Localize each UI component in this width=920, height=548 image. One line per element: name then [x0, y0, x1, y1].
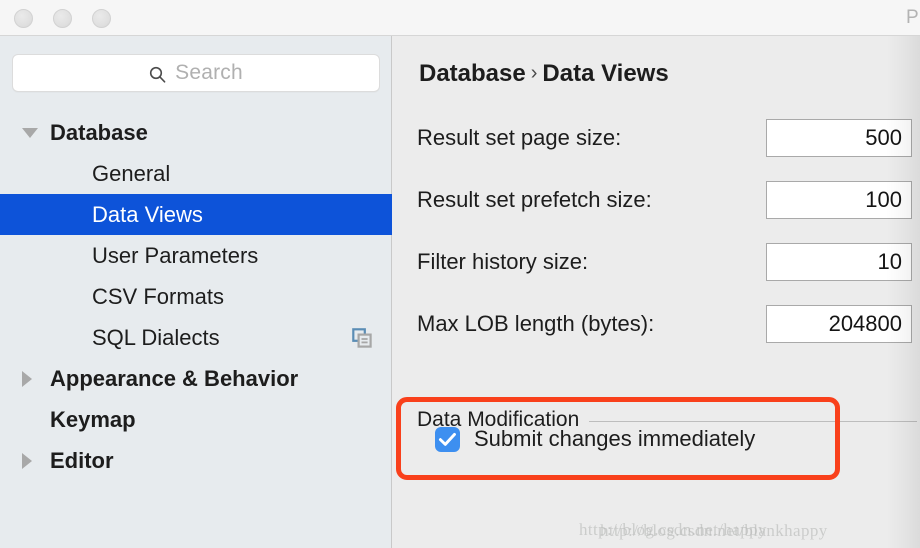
sidebar-item-label: SQL Dialects — [92, 324, 220, 350]
sidebar-item-appearance-behavior[interactable]: Appearance & Behavior — [0, 358, 392, 399]
field-label: Result set prefetch size: — [417, 187, 652, 212]
settings-tree: Database General Data Views User Paramet… — [0, 112, 392, 481]
minimize-button[interactable] — [53, 9, 72, 28]
panel-right-edge-shadow — [886, 36, 920, 548]
sidebar-item-keymap[interactable]: Keymap — [0, 399, 392, 440]
twisty-appearance-behavior[interactable] — [22, 370, 50, 387]
search-field-wrapper[interactable]: Search — [12, 54, 380, 92]
sidebar-item-label: CSV Formats — [92, 283, 225, 309]
submit-changes-immediately-label[interactable]: Submit changes immediately — [474, 426, 755, 452]
breadcrumb-separator-icon: › — [530, 62, 538, 84]
field-value: 100 — [865, 187, 902, 212]
sidebar-item-label: Keymap — [50, 406, 136, 432]
submit-changes-immediately-row[interactable]: Submit changes immediately — [435, 426, 755, 452]
close-button[interactable] — [14, 9, 33, 28]
field-filter-history-size: Filter history size: 10 — [417, 242, 914, 282]
result-set-prefetch-size-input[interactable]: 100 — [766, 181, 912, 219]
field-label: Filter history size: — [417, 249, 589, 274]
zoom-button[interactable] — [92, 9, 111, 28]
field-result-set-prefetch-size: Result set prefetch size: 100 — [417, 180, 914, 220]
field-value: 500 — [865, 125, 902, 150]
result-set-page-size-input[interactable]: 500 — [766, 119, 912, 157]
chevron-down-icon — [22, 127, 38, 138]
field-label: Result set page size: — [417, 125, 622, 150]
window-title: P — [906, 7, 919, 28]
field-value: 204800 — [828, 311, 902, 336]
sidebar-item-database[interactable]: Database — [0, 112, 392, 153]
copy-icon[interactable] — [352, 328, 372, 348]
search-icon — [149, 66, 166, 83]
sidebar-item-label: Appearance & Behavior — [50, 365, 299, 391]
field-value: 10 — [877, 249, 902, 274]
search-field[interactable]: Search — [12, 54, 380, 92]
sidebar-item-label: User Parameters — [92, 242, 259, 268]
settings-sidebar: Search Database General Data Views User … — [0, 36, 392, 548]
watermark-line-b: http://blog.csdn.net/blankhappy — [600, 521, 828, 540]
breadcrumb: Database › Data Views — [419, 60, 669, 88]
sidebar-item-general[interactable]: General — [0, 153, 392, 194]
sidebar-item-label: Database — [50, 119, 148, 145]
field-result-set-page-size: Result set page size: 500 — [417, 118, 914, 158]
breadcrumb-current: Data Views — [542, 60, 669, 87]
breadcrumb-parent[interactable]: Database — [419, 60, 526, 87]
title-bar: P — [0, 0, 920, 36]
sidebar-item-label: General — [92, 160, 171, 186]
filter-history-size-input[interactable]: 10 — [766, 243, 912, 281]
field-label: Max LOB length (bytes): — [417, 311, 655, 336]
submit-changes-immediately-checkbox[interactable] — [435, 426, 460, 452]
sidebar-item-label: Data Views — [92, 201, 203, 227]
sidebar-item-csv-formats[interactable]: CSV Formats — [0, 276, 392, 317]
preferences-window: P Search Database General Data Views Use… — [0, 0, 920, 548]
watermark: http://blog.csdn.net/happy http://blog.c… — [393, 517, 920, 548]
search-placeholder: Search — [175, 61, 243, 84]
twisty-database[interactable] — [22, 127, 50, 138]
max-lob-length-input[interactable]: 204800 — [766, 305, 912, 343]
field-max-lob-length: Max LOB length (bytes): 204800 — [417, 304, 914, 344]
sidebar-item-label: Editor — [50, 447, 114, 473]
chevron-right-icon — [22, 452, 32, 469]
sidebar-item-sql-dialects[interactable]: SQL Dialects — [0, 317, 392, 358]
chevron-right-icon — [22, 370, 32, 387]
settings-detail-panel: Database › Data Views Result set page size… — [393, 36, 920, 548]
sidebar-item-editor[interactable]: Editor — [0, 440, 392, 481]
watermark-line-a: http://blog.csdn.net/happy — [579, 520, 767, 539]
sidebar-item-data-views[interactable]: Data Views — [0, 194, 392, 235]
twisty-editor[interactable] — [22, 452, 50, 469]
sidebar-item-user-parameters[interactable]: User Parameters — [0, 235, 392, 276]
